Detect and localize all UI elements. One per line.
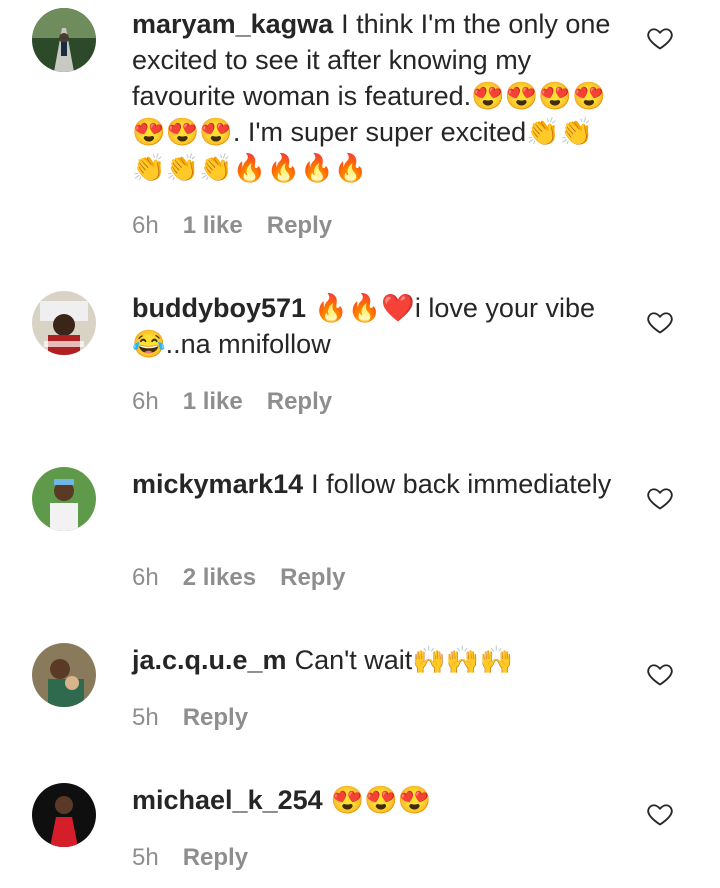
reply-button[interactable]: Reply — [280, 564, 345, 592]
comment-username[interactable]: michael_k_254 — [132, 785, 323, 815]
comment-text: 😍😍😍 — [330, 785, 432, 815]
comment-username[interactable]: buddyboy571 — [132, 293, 306, 323]
comment-timestamp: 6h — [132, 564, 159, 591]
heart-icon[interactable] — [646, 308, 674, 336]
comment-body: ja.c.q.u.e_m Can't wait🙌🙌🙌 — [132, 642, 622, 678]
avatar[interactable] — [32, 8, 96, 72]
comment-body: michael_k_254 😍😍😍 — [132, 782, 622, 818]
reply-button[interactable]: Reply — [183, 844, 248, 872]
heart-icon[interactable] — [646, 660, 674, 688]
avatar[interactable] — [32, 467, 96, 531]
avatar[interactable] — [32, 291, 96, 355]
reply-button[interactable]: Reply — [267, 388, 332, 416]
likes-count[interactable]: 2 likes — [183, 564, 256, 592]
comment-username[interactable]: ja.c.q.u.e_m — [132, 645, 287, 675]
comment-body: buddyboy571 🔥🔥❤️i love your vibe 😂..na mn… — [132, 290, 622, 362]
reply-button[interactable]: Reply — [267, 212, 332, 240]
comment-username[interactable]: mickymark14 — [132, 469, 303, 499]
comment-body: maryam_kagwa I think I'm the only one exc… — [132, 6, 622, 186]
avatar[interactable] — [32, 783, 96, 847]
comment-timestamp: 5h — [132, 704, 159, 731]
reply-button[interactable]: Reply — [183, 704, 248, 732]
comment-text: Can't wait🙌🙌🙌 — [294, 645, 514, 675]
comment-timestamp: 6h — [132, 212, 159, 239]
heart-icon[interactable] — [646, 484, 674, 512]
comment-timestamp: 5h — [132, 844, 159, 871]
comment-username[interactable]: maryam_kagwa — [132, 9, 333, 39]
comment-timestamp: 6h — [132, 388, 159, 415]
avatar[interactable] — [32, 643, 96, 707]
likes-count[interactable]: 1 like — [183, 388, 243, 416]
heart-icon[interactable] — [646, 800, 674, 828]
comment-body: mickymark14 I follow back immediately — [132, 466, 622, 502]
comment-text: I follow back immediately — [311, 469, 612, 499]
heart-icon[interactable] — [646, 24, 674, 52]
likes-count[interactable]: 1 like — [183, 212, 243, 240]
